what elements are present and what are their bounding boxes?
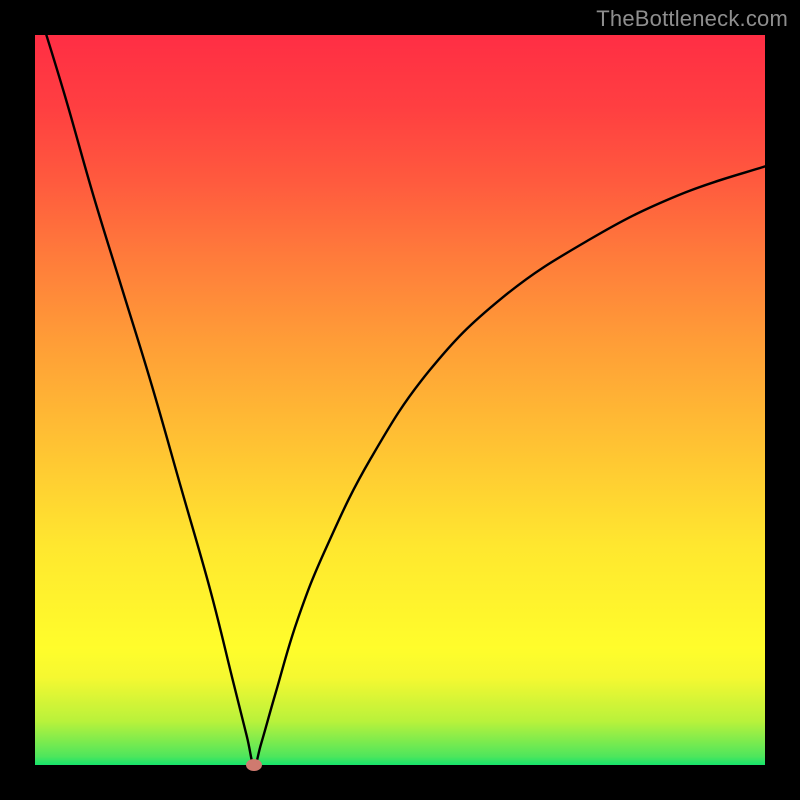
watermark-text: TheBottleneck.com <box>596 6 788 32</box>
optimal-point-marker <box>246 759 262 771</box>
plot-area <box>35 35 765 765</box>
chart-frame: TheBottleneck.com <box>0 0 800 800</box>
bottleneck-curve <box>35 35 765 765</box>
